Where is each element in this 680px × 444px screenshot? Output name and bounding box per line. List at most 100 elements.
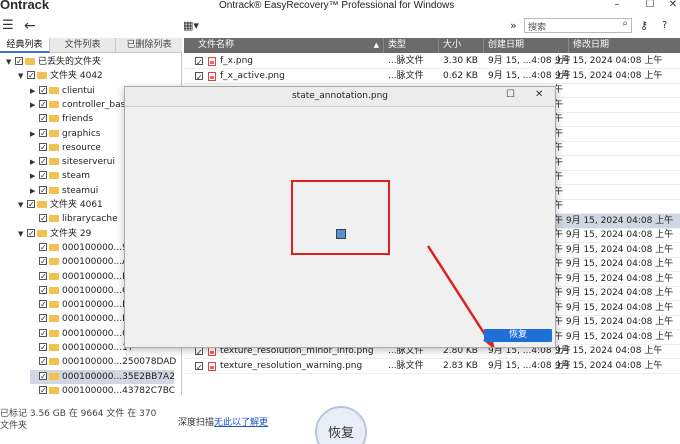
row-checkbox[interactable] [195, 55, 203, 70]
tree-checkbox[interactable] [39, 141, 47, 155]
expand-down-icon[interactable]: ▼ [18, 227, 27, 241]
tree-checkbox[interactable] [39, 98, 47, 112]
expand-right-icon[interactable]: ▶ [30, 98, 39, 112]
tree-checkbox[interactable] [39, 112, 47, 126]
tree-checkbox[interactable] [39, 341, 47, 355]
close-button[interactable]: ✕ [666, 0, 680, 10]
minimize-button[interactable]: – [610, 0, 624, 10]
tree-checkbox[interactable] [39, 255, 47, 269]
tree-node[interactable]: ▶ clientui [30, 84, 95, 98]
search-box[interactable]: 搜索 ⌕ [524, 18, 632, 33]
tree-checkbox[interactable] [39, 298, 47, 312]
tree-node[interactable]: ▼ 文件夹 29 [18, 227, 91, 241]
tree-node[interactable]: librarycache [30, 212, 118, 226]
search-input[interactable]: 搜索 [528, 20, 546, 33]
tree-checkbox[interactable] [39, 355, 47, 369]
expand-right-icon[interactable]: ▶ [30, 184, 39, 198]
tree-node[interactable]: 000100000...43782C7BC [30, 384, 175, 398]
folder-icon [49, 372, 59, 380]
row-checkbox[interactable] [195, 345, 203, 360]
tree-node[interactable]: 000100000...06 [30, 327, 134, 341]
cell-size: 3.30 KB [443, 56, 478, 66]
tree-checkbox[interactable] [39, 327, 47, 341]
help-icon[interactable]: ? [662, 16, 667, 36]
tab-file-list[interactable]: 文件列表 [50, 38, 116, 53]
dialog-close-icon[interactable]: ✕ [535, 89, 543, 100]
tree-node[interactable]: friends [30, 112, 93, 126]
search-icon[interactable]: ⌕ [622, 18, 628, 29]
tree-node[interactable]: ▼ 文件夹 4061 [18, 198, 103, 212]
tree-node[interactable]: ▶ siteserverui [30, 155, 115, 169]
tree-checkbox[interactable] [39, 284, 47, 298]
tree-node[interactable]: 000100000...B1 [30, 270, 134, 284]
file-row[interactable]: texture_resolution_warning.png ...脉文件 2.83… [184, 359, 680, 375]
tree-node[interactable]: 000100000...35E2BB7A2 [30, 369, 175, 384]
tree-node[interactable]: ▼ 文件夹 4042 [18, 69, 103, 83]
tree-checkbox[interactable] [27, 198, 35, 212]
deep-scan-link[interactable]: 无此以了解更 [214, 418, 268, 428]
tree-node[interactable]: 000100000...E7 [30, 312, 134, 326]
column-header-modified[interactable]: 修改日期 [569, 38, 680, 53]
expand-down-icon[interactable]: ▼ [6, 55, 15, 69]
tree-node[interactable]: ▼ 已丢失的文件夹 [6, 55, 101, 69]
tree-node[interactable]: ▶ graphics [30, 127, 100, 141]
cell-type: ...脉文件 [388, 360, 424, 371]
dialog-restore-button[interactable]: 恢复 [484, 329, 552, 342]
tree-checkbox[interactable] [39, 370, 47, 384]
back-arrow-icon[interactable]: ← [24, 16, 36, 36]
expand-down-icon[interactable]: ▼ [18, 69, 27, 83]
restore-button[interactable]: 恢复 [315, 406, 367, 444]
forward-chevron-icon[interactable]: » [510, 16, 517, 36]
tree-checkbox[interactable] [27, 69, 35, 83]
row-checkbox[interactable] [195, 70, 203, 85]
tree-node[interactable]: 000100000...94 [30, 241, 134, 255]
tree-node[interactable]: 000100000...250078DAD [30, 355, 176, 369]
tree-checkbox[interactable] [27, 227, 35, 241]
tree-checkbox[interactable] [15, 55, 23, 69]
tree-checkbox[interactable] [39, 212, 47, 226]
tree-checkbox[interactable] [39, 155, 47, 169]
view-grid-icon[interactable]: ▦▾ [183, 16, 199, 36]
tree-node[interactable]: 000100000...C3 [30, 284, 134, 298]
tab-deleted-list[interactable]: 已删除列表 [116, 38, 182, 53]
tree-node[interactable]: resource [30, 141, 101, 155]
tree-checkbox[interactable] [39, 84, 47, 98]
expand-right-icon[interactable]: ▶ [30, 84, 39, 98]
expand-right-icon[interactable]: ▶ [30, 169, 39, 183]
tree-checkbox[interactable] [39, 127, 47, 141]
tree-checkbox[interactable] [39, 184, 47, 198]
column-header-created[interactable]: 创建日期 [484, 38, 569, 53]
window-title: Ontrack® EasyRecovery™ Professional for … [219, 0, 455, 11]
column-header-name[interactable]: 文件名称 ▲ [194, 38, 384, 53]
image-file-icon [208, 57, 216, 66]
menu-icon[interactable]: ☰ [2, 16, 14, 36]
key-icon[interactable]: ⚷ [640, 16, 648, 36]
expand-right-icon[interactable]: ▶ [30, 155, 39, 169]
column-header-name-label: 文件名称 [198, 40, 235, 50]
tree-node[interactable]: ▶ controller_base [30, 98, 131, 112]
expand-down-icon[interactable]: ▼ [18, 198, 27, 212]
tree-node[interactable]: 000100000...A2 [30, 255, 134, 269]
expand-right-icon[interactable]: ▶ [30, 127, 39, 141]
cell-modified: 午 9月 15, 2024 04:08 上午 [554, 302, 674, 313]
column-header-size[interactable]: 大小 [439, 38, 484, 53]
tree-checkbox[interactable] [39, 384, 47, 398]
tree-checkbox[interactable] [39, 312, 47, 326]
maximize-button[interactable]: ☐ [643, 0, 657, 10]
tree-node[interactable]: ▶ steam [30, 169, 90, 183]
row-checkbox[interactable] [195, 360, 203, 375]
tree-node[interactable]: 000100000...D2 [30, 298, 135, 312]
tree-checkbox[interactable] [39, 270, 47, 284]
file-row[interactable]: f_x_active.png...脉文件0.62 KB9月 15, ...4:0… [184, 69, 680, 85]
tree-checkbox[interactable] [39, 169, 47, 183]
tree-node[interactable]: 000100000...17 [30, 341, 134, 355]
tree-node[interactable]: ▶ steamui [30, 184, 98, 198]
dialog-maximize-icon[interactable]: ☐ [506, 89, 515, 100]
tree-checkbox[interactable] [39, 241, 47, 255]
folder-icon [49, 358, 59, 366]
file-row[interactable]: f_x.png...脉文件3.30 KB9月 15, ...4:08 上午9月 … [184, 54, 680, 70]
tab-classic-list[interactable]: 经典列表 [0, 38, 50, 53]
folder-icon [49, 86, 59, 94]
column-header-type[interactable]: 类型 [384, 38, 439, 53]
tree-node-label: 000100000...94 [62, 242, 134, 253]
